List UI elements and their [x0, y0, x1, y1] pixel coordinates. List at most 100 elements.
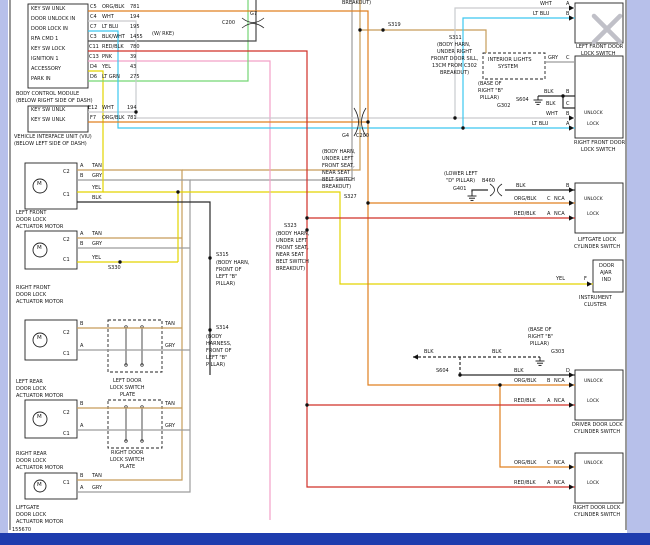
diagram-text: ORG/BLK: [102, 5, 124, 10]
diagram-text: GRY: [165, 424, 175, 429]
diagram-text: NCA: [554, 481, 565, 486]
diagram-text: HARNESS,: [206, 342, 232, 347]
diagram-text: GRY: [92, 486, 102, 491]
connector-arrow-icon: [569, 382, 574, 387]
diagram-text: LT BLU: [533, 12, 549, 17]
diagram-text: RIGHT "B": [478, 89, 503, 94]
diagram-text: ACTUATOR MOTOR: [16, 225, 63, 230]
connector-arrow-icon: [569, 187, 574, 192]
diagram-text: DOOR LOCK: [16, 218, 46, 223]
diagram-text: BLK: [424, 350, 434, 355]
diagram-text: RED/BLK: [102, 45, 124, 50]
diagram-text: C1: [63, 481, 70, 486]
diagram-text: FRONT OF: [216, 268, 241, 273]
connector-arrow-icon: [569, 5, 574, 10]
diagram-text: DOOR LOCK: [16, 513, 46, 518]
diagram-text: B: [566, 112, 569, 117]
diagram-text: A: [566, 2, 569, 7]
diagram-text: (BELOW RIGHT SIDE OF DASH): [16, 99, 93, 104]
diagram-text: (BODY HARN,: [216, 261, 249, 266]
diagram-text: 13CM FROM C302: [432, 64, 477, 69]
connector-arrow-icon: [569, 484, 574, 489]
diagram-text: D6: [90, 75, 97, 80]
diagram-text: WHT: [540, 2, 552, 7]
diagram-text: D: [566, 369, 570, 374]
splice-s604-a: S604: [516, 98, 529, 103]
diagram-text: RIGHT "B": [528, 335, 553, 340]
diagram-text: BREAKOUT): [276, 267, 305, 272]
diagram-text: GRY: [92, 174, 102, 179]
connector-c200-top-icon: [242, 18, 264, 23]
splice-dot: [458, 373, 461, 376]
diagram-text: RED/BLK: [514, 399, 536, 404]
diagram-text: C1: [63, 258, 70, 263]
splice-dot: [208, 256, 211, 259]
diagram-text: RFA CMD 1: [31, 37, 58, 42]
diagram-text: PILLAR): [530, 342, 549, 347]
diagram-text: C1: [63, 432, 70, 437]
diagram-text: NCA: [554, 399, 565, 404]
rf-switch-box: [575, 56, 623, 138]
diagram-text: B: [566, 12, 569, 17]
interior-lights-label: INTERIOR LIGHTS: [488, 58, 532, 63]
diagram-text: CYLINDER SWITCH: [574, 513, 620, 518]
splice-s323: S323: [284, 224, 297, 229]
diagram-text: KEY SW LOCK: [31, 47, 65, 52]
diagram-text: M: [37, 246, 42, 252]
splice-dot: [498, 383, 501, 386]
connector-arrow-icon: [569, 200, 574, 205]
splice-s319: S319: [388, 23, 401, 28]
diagram-text: (BELOW LEFT SIDE OF DASH): [14, 142, 87, 147]
diagram-text: UNDER LEFT: [276, 239, 307, 244]
diagram-text: (BODY HARN,: [437, 43, 470, 48]
diagram-text: ACTUATOR MOTOR: [16, 466, 63, 471]
diagram-text: LT GRN: [102, 75, 120, 80]
connector-c200-top-icon: [242, 24, 264, 29]
diagram-text: D4: [90, 65, 97, 70]
driver-switch-caption: DRIVER DOOR LOCK: [572, 423, 623, 428]
diagram-text: C: [547, 461, 551, 466]
wiring-diagram-page: KEY SW UNLKDOOR UNLOCK INDOOR LOCK INRFA…: [0, 0, 650, 545]
splice-s604-b: S604: [436, 369, 449, 374]
connector-arrow-icon: [569, 215, 574, 220]
splice-dot: [461, 126, 464, 129]
diagram-text: TAN: [92, 474, 102, 479]
diagram-text: A: [80, 486, 83, 491]
splice-s314: S314: [216, 326, 229, 331]
diagram-text: WHT: [546, 112, 558, 117]
diagram-text: SYSTEM: [498, 65, 518, 70]
diagram-text: CYLINDER SWITCH: [574, 430, 620, 435]
diagram-text: TAN: [165, 322, 175, 327]
splice-dot: [176, 190, 179, 193]
diagram-text: YEL: [102, 65, 111, 70]
diagram-text: (LOWER LEFT: [444, 172, 477, 177]
diagram-text: LOCK: [587, 213, 599, 218]
diagram-text: LEFT "B": [216, 275, 237, 280]
diagram-text: NEAR SEAT: [276, 253, 304, 258]
splice-dot: [305, 403, 308, 406]
diagram-text: PILLAR): [206, 363, 225, 368]
diagram-text: FRONT SEAT,: [322, 164, 355, 169]
diagram-text: GRY: [165, 344, 175, 349]
liftgate-switch-box: [575, 183, 623, 233]
bottom-bar: [0, 533, 650, 545]
diagram-text: C5: [90, 5, 97, 10]
lr-motor-caption: LEFT REAR: [16, 380, 43, 385]
diagram-text: 781: [130, 5, 140, 10]
diagram-text: DOOR: [599, 264, 614, 269]
splice-dot: [453, 116, 456, 119]
diagram-text: YEL: [556, 277, 565, 282]
diagram-text: ORG/BLK: [514, 379, 536, 384]
diagram-text: KEY SW UNLK: [31, 108, 65, 113]
diagram-text: A: [80, 424, 83, 429]
diagram-text: 194: [127, 106, 137, 111]
diagram-text: LOCK: [587, 400, 599, 405]
diagram-text: UNDER LEFT: [322, 157, 353, 162]
splice-dot: [366, 201, 369, 204]
diagram-text: DOOR LOCK: [16, 387, 46, 392]
diagram-text: "D" PILLAR): [446, 179, 475, 184]
splice-s330: S330: [108, 266, 121, 271]
diagram-text: ORG/BLK: [514, 461, 536, 466]
connector-b460-label: B460: [482, 179, 495, 184]
diagram-text: UNLOCK: [584, 112, 603, 117]
